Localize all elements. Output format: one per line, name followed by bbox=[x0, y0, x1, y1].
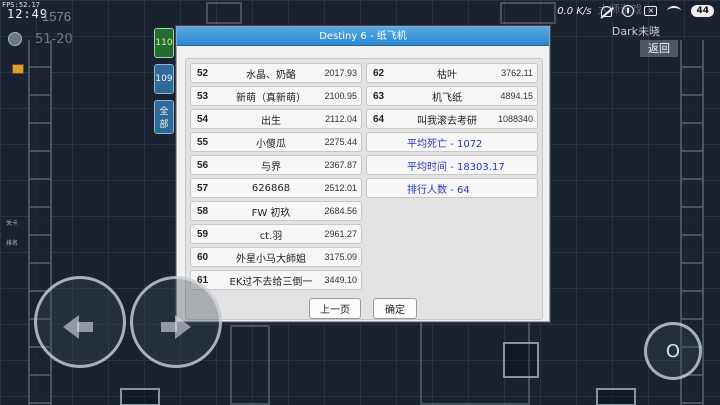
leaderboard-row: 57 626868 2512.01 bbox=[190, 178, 362, 198]
row-time: 2367.87 bbox=[324, 160, 357, 170]
row-rank: 53 bbox=[197, 90, 209, 102]
row-rank: 52 bbox=[197, 67, 209, 79]
row-rank: 54 bbox=[197, 113, 209, 125]
prev-page-button[interactable]: 上一页 bbox=[309, 298, 361, 319]
row-rank: 62 bbox=[373, 67, 385, 79]
score-display: 1576 bbox=[42, 9, 71, 24]
leaderboard-column-right: 62 枯叶 3762.11 63 机飞纸 4894.15 64 叫我滚去考研 1088340… bbox=[366, 63, 538, 198]
leaderboard-row: 53 新萌（真新萌） 2100.95 bbox=[190, 86, 362, 106]
jump-button[interactable]: O bbox=[644, 322, 702, 380]
leaderboard-row: 52 水晶、奶酪 2017.93 bbox=[190, 63, 362, 83]
row-time: 2961.27 bbox=[324, 229, 357, 239]
leaderboard-row: 60 外星小马大師姐 3175.09 bbox=[190, 247, 362, 267]
row-rank: 56 bbox=[197, 159, 209, 171]
background-pillar bbox=[500, 2, 556, 24]
row-player-name: 与界 bbox=[261, 161, 281, 173]
leaderboard-row: 61 EK过不去给三倒一 3449.10 bbox=[190, 270, 362, 290]
tab-109[interactable]: 109 bbox=[154, 64, 174, 94]
player-info bbox=[8, 32, 22, 46]
leaderboard-row: 55 小傻瓜 2275.44 bbox=[190, 132, 362, 152]
leaderboard-row: 64 叫我滚去考研 1088340 bbox=[366, 109, 538, 129]
background-block bbox=[503, 342, 539, 378]
player-level: 51-20 bbox=[35, 32, 73, 47]
tab-110[interactable]: 110 bbox=[154, 28, 174, 58]
side-label-stage: 关卡 bbox=[6, 220, 19, 227]
row-rank: 64 bbox=[373, 113, 385, 125]
leaderboard-column-left: 52 水晶、奶酪 2017.93 53 新萌（真新萌） 2100.95 54 出生 2112… bbox=[190, 63, 362, 290]
side-label-rank: 排名 bbox=[6, 240, 19, 247]
row-player-name: 叫我滚去考研 bbox=[417, 115, 477, 127]
row-player-name: 出生 bbox=[261, 115, 281, 127]
row-rank: 58 bbox=[197, 205, 209, 217]
bell-muted-icon bbox=[601, 5, 613, 17]
row-time: 3449.10 bbox=[324, 275, 357, 285]
background-block bbox=[596, 388, 636, 405]
row-time: 1088340 bbox=[497, 114, 533, 124]
avatar bbox=[8, 32, 22, 46]
row-time: 2112.04 bbox=[325, 114, 357, 124]
row-player-name: 机飞纸 bbox=[432, 92, 462, 104]
stat-average-deaths: 平均死亡 - 1072 bbox=[366, 132, 538, 152]
row-time: 3762.11 bbox=[501, 68, 533, 78]
leaderboard-row: 62 枯叶 3762.11 bbox=[366, 63, 538, 83]
row-rank: 59 bbox=[197, 228, 209, 240]
background-block bbox=[120, 388, 160, 405]
row-time: 2684.56 bbox=[324, 206, 357, 216]
dialog-button-bar: 上一页 确定 bbox=[177, 298, 549, 319]
move-right-button[interactable] bbox=[130, 276, 222, 368]
wifi-icon bbox=[667, 6, 682, 16]
row-player-name: EK过不去给三倒一 bbox=[229, 276, 313, 288]
flag-icon[interactable] bbox=[12, 64, 24, 74]
confirm-button[interactable]: 确定 bbox=[373, 298, 417, 319]
close-box-icon: × bbox=[644, 6, 658, 16]
alarm-icon bbox=[622, 5, 635, 17]
row-time: 2017.93 bbox=[324, 68, 357, 78]
row-rank: 55 bbox=[197, 136, 209, 148]
background-pillar bbox=[230, 325, 270, 405]
row-player-name: 新萌（真新萌） bbox=[236, 92, 306, 104]
row-rank: 57 bbox=[197, 182, 209, 194]
net-speed: 0.0 K/s bbox=[557, 5, 592, 17]
row-player-name: 水晶、奶酪 bbox=[246, 69, 296, 81]
system-status-icons: 0.0 K/s × 44 bbox=[557, 5, 714, 17]
leaderboard-row: 58 FW 初玖 2684.56 bbox=[190, 201, 362, 221]
row-time: 2275.44 bbox=[324, 137, 357, 147]
row-time: 4894.15 bbox=[500, 91, 533, 101]
row-player-name: ct.羽 bbox=[259, 230, 283, 242]
row-player-name: 外星小马大師姐 bbox=[236, 253, 306, 265]
battery-level: 44 bbox=[691, 5, 714, 17]
row-player-name: 626868 bbox=[251, 182, 291, 194]
stat-average-time: 平均时间 - 18303.17 bbox=[366, 155, 538, 175]
row-time: 3175.09 bbox=[324, 252, 357, 262]
tab-all[interactable]: 全部 bbox=[154, 100, 174, 134]
leaderboard-row: 54 出生 2112.04 bbox=[190, 109, 362, 129]
row-rank: 63 bbox=[373, 90, 385, 102]
row-time: 2512.01 bbox=[324, 183, 357, 193]
row-time: 2100.95 bbox=[324, 91, 357, 101]
leaderboard-row: 63 机飞纸 4894.15 bbox=[366, 86, 538, 106]
row-player-name: 枯叶 bbox=[437, 69, 457, 81]
row-rank: 60 bbox=[197, 251, 209, 263]
back-button[interactable]: 返回 bbox=[640, 40, 678, 57]
stat-ranked-count: 排行人数 - 64 bbox=[366, 178, 538, 198]
row-player-name: 小傻瓜 bbox=[256, 138, 286, 150]
leaderboard-panel: 52 水晶、奶酪 2017.93 53 新萌（真新萌） 2100.95 54 出生 2112… bbox=[185, 58, 543, 320]
arrow-left-icon bbox=[63, 315, 93, 339]
row-player-name: FW 初玖 bbox=[251, 207, 291, 219]
leaderboard-row: 56 与界 2367.87 bbox=[190, 155, 362, 175]
top-player-name: Dark未晓 bbox=[611, 25, 660, 38]
leaderboard-dialog: Destiny 6 - 纸飞机 52 水晶、奶酪 2017.93 53 新萌（真新萌）… bbox=[176, 26, 550, 322]
move-left-button[interactable] bbox=[34, 276, 126, 368]
background-pillar bbox=[206, 2, 242, 24]
leaderboard-row: 59 ct.羽 2961.27 bbox=[190, 224, 362, 244]
arrow-right-icon bbox=[161, 315, 191, 339]
dialog-title: Destiny 6 - 纸飞机 bbox=[177, 27, 549, 46]
